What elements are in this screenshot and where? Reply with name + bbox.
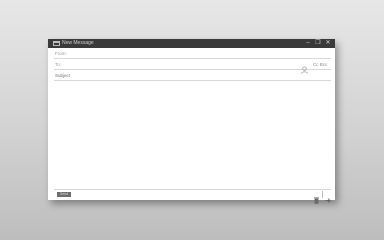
message-body[interactable] <box>54 82 335 191</box>
cc-bcc-toggle[interactable]: Cc Bcc <box>313 61 327 68</box>
compose-window: New Message – ❐ ✕ From: To: Cc Bcc Send <box>48 39 335 204</box>
contacts-icon[interactable] <box>301 61 308 74</box>
footer-divider <box>54 189 331 190</box>
minimize-button[interactable]: – <box>304 40 312 47</box>
close-button[interactable]: ✕ <box>324 40 332 47</box>
arrow-options-icon[interactable] <box>325 191 331 203</box>
trash-icon[interactable] <box>314 191 319 204</box>
subject-field[interactable] <box>55 71 331 80</box>
window-title: New Message <box>62 40 94 46</box>
from-row: From: <box>54 49 331 59</box>
to-label: To: <box>55 62 62 67</box>
send-button[interactable]: Send <box>57 192 71 197</box>
to-field[interactable] <box>68 60 291 69</box>
from-field[interactable] <box>68 49 331 58</box>
maximize-button[interactable]: ❐ <box>314 40 322 47</box>
footer-separator <box>322 191 323 198</box>
subject-row <box>54 71 331 81</box>
from-label: From: <box>55 51 67 56</box>
window-titlebar[interactable]: New Message – ❐ ✕ <box>48 39 335 48</box>
mail-app-icon <box>53 41 60 46</box>
to-row: To: Cc Bcc <box>54 60 331 74</box>
